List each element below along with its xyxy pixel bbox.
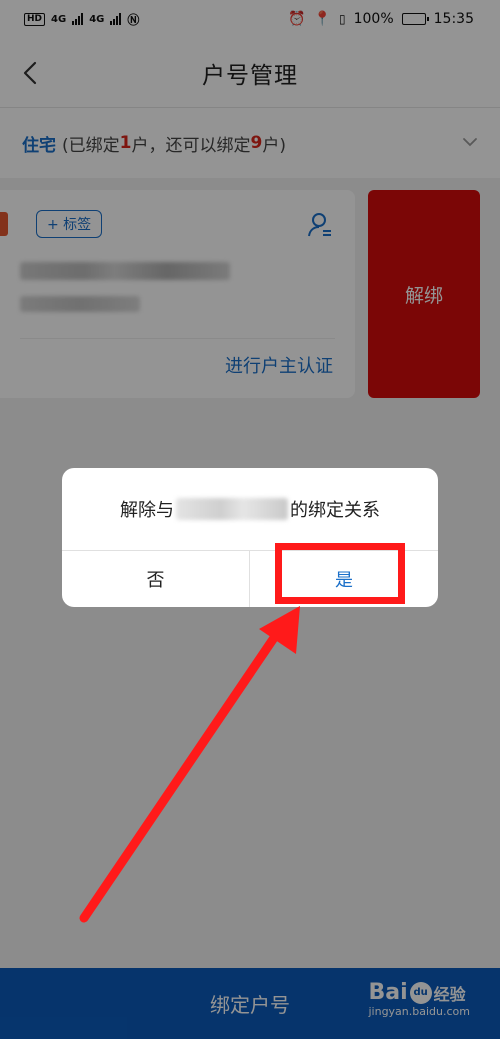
dialog-message: 解除与 的绑定关系 [62,468,438,550]
cancel-button[interactable]: 否 [62,551,249,607]
dialog-message-prefix: 解除与 [120,500,174,521]
redacted-account-name [176,498,288,520]
highlight-box [275,543,405,604]
dialog-message-suffix: 的绑定关系 [290,500,380,521]
